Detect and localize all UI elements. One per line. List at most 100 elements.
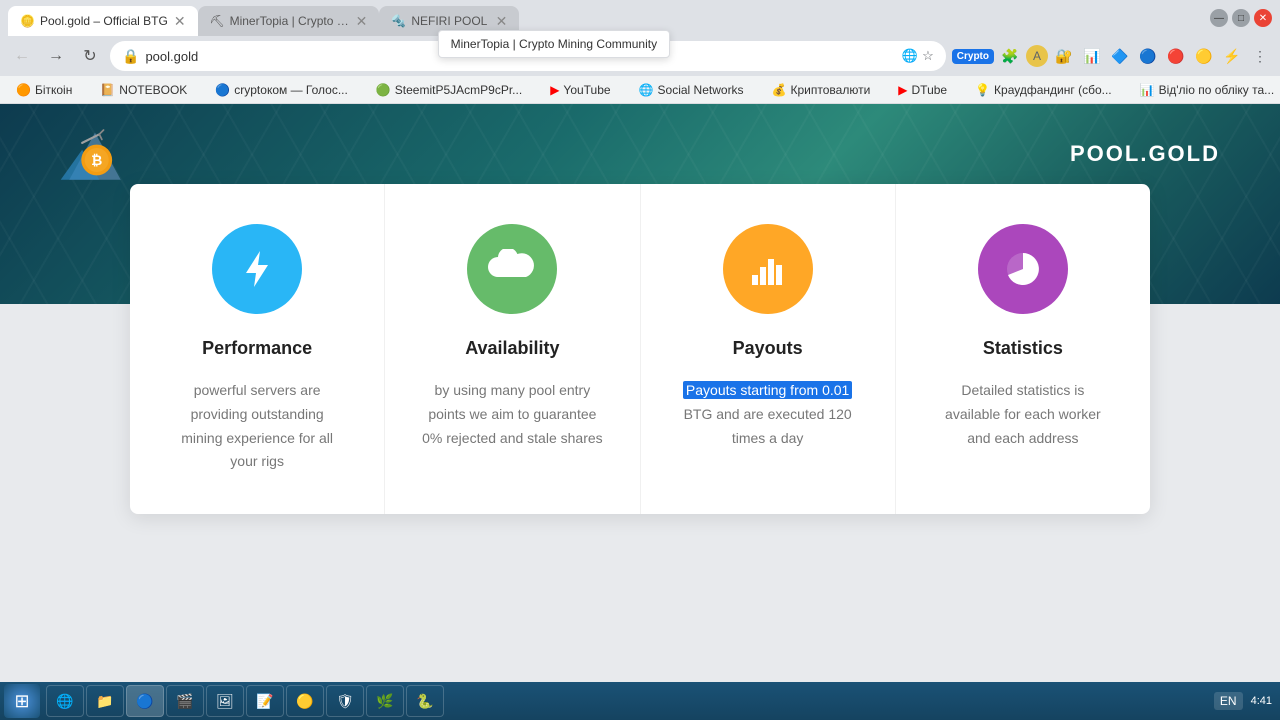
tab2-close[interactable]: ✕ — [356, 13, 368, 30]
bitwarden-icon[interactable]: 🔐 — [1052, 44, 1076, 68]
tab1-title: Pool.gold – Official BTG — [40, 14, 168, 28]
window-controls: — □ ✕ — [1210, 9, 1272, 27]
feature-statistics: Statistics Detailed statistics isavailab… — [896, 184, 1150, 514]
availability-desc: by using many pool entrypoints we aim to… — [422, 379, 603, 450]
taskbar-files[interactable]: 📁 — [86, 685, 124, 717]
translate-icon[interactable]: 🌐 — [902, 48, 918, 64]
dtube-favicon: ▶ — [898, 83, 907, 97]
taskbar-time: 4:41 — [1251, 694, 1272, 708]
app3-icon: 🐍 — [415, 691, 435, 711]
taskbar-explorer[interactable]: 🌐 — [46, 685, 84, 717]
taskbar-app2[interactable]: 🌿 — [366, 685, 404, 717]
performance-desc: powerful servers areproviding outstandin… — [181, 379, 333, 474]
taskbar-security[interactable]: 🛡 — [326, 685, 364, 717]
addon5-icon[interactable]: 🟡 — [1192, 44, 1216, 68]
tab2-favicon: ⛏ — [210, 14, 224, 28]
taskbar-word[interactable]: 📝 — [246, 685, 284, 717]
addon6-icon[interactable]: ⚡ — [1220, 44, 1244, 68]
bookmark-crowd-label: Краудфандинг (сбо... — [994, 83, 1112, 97]
performance-title: Performance — [202, 338, 312, 359]
photos-icon: 🖼 — [215, 691, 235, 711]
taskbar-app3[interactable]: 🐍 — [406, 685, 444, 717]
pie-chart-icon — [1001, 247, 1045, 291]
crypto-badge[interactable]: Crypto — [952, 49, 994, 64]
tab3-close[interactable]: ✕ — [496, 13, 508, 30]
youtube-favicon: ▶ — [550, 83, 559, 97]
title-bar: 🪙 Pool.gold – Official BTG ✕ ⛏ MinerTopi… — [0, 0, 1280, 36]
bookmark-notebook[interactable]: 📔 NOTEBOOK — [92, 81, 195, 99]
bookmark-steemit-label: SteemitP5JAcmP9cPr... — [395, 83, 522, 97]
close-button[interactable]: ✕ — [1254, 9, 1272, 27]
addon2-icon[interactable]: 🔷 — [1108, 44, 1132, 68]
media-icon: 🎬 — [175, 691, 195, 711]
bookmark-dtube[interactable]: ▶ DTube — [890, 81, 955, 99]
payouts-highlight: Payouts starting from 0.01 — [683, 381, 852, 399]
site-name: POOL.GOLD — [1070, 141, 1220, 167]
logo-area: ₿ — [60, 124, 130, 184]
addon1-icon[interactable]: 📊 — [1080, 44, 1104, 68]
bookmarks-bar: 🟠 Біткоін 📔 NOTEBOOK 🔵 cryptoком — Голос… — [0, 76, 1280, 104]
crowd-favicon: 💡 — [975, 83, 990, 97]
taskbar-media[interactable]: 🎬 — [166, 685, 204, 717]
feature-performance: Performance powerful servers areprovidin… — [130, 184, 385, 514]
bookmark-crypto[interactable]: 🔵 cryptoком — Голос... — [207, 81, 356, 99]
statistics-title: Statistics — [983, 338, 1063, 359]
forward-button[interactable]: → — [42, 42, 70, 70]
tab-bar: 🪙 Pool.gold – Official BTG ✕ ⛏ MinerTopi… — [8, 0, 1202, 36]
word-icon: 📝 — [255, 691, 275, 711]
availability-title: Availability — [465, 338, 559, 359]
bookmark-crypto2[interactable]: 💰 Криптовалюти — [764, 81, 879, 99]
toolbar-icons: Crypto 🧩 А 🔐 📊 🔷 🔵 🔴 🟡 ⚡ ⋮ — [952, 44, 1272, 68]
addon3-icon[interactable]: 🔵 — [1136, 44, 1160, 68]
app1-icon: 🟡 — [295, 691, 315, 711]
explorer-icon: 🌐 — [55, 691, 75, 711]
star-icon[interactable]: ☆ — [922, 48, 934, 64]
crypto-favicon: 🔵 — [215, 83, 230, 97]
bookmark-vidlio[interactable]: 📊 Від'ліо по обліку та... — [1132, 81, 1280, 99]
security-icon: 🔒 — [122, 48, 139, 65]
taskbar-app1[interactable]: 🟡 — [286, 685, 324, 717]
availability-icon-circle — [467, 224, 557, 314]
start-button[interactable]: ⊞ — [4, 684, 40, 718]
features-area: Performance powerful servers areprovidin… — [0, 184, 1280, 514]
more-icon[interactable]: ⋮ — [1248, 44, 1272, 68]
profile-icon[interactable]: А — [1026, 45, 1048, 67]
addon4-icon[interactable]: 🔴 — [1164, 44, 1188, 68]
back-button[interactable]: ← — [8, 42, 36, 70]
tab-minertopia[interactable]: ⛏ MinerTopia | Crypto Mi... ✕ MinerTopia… — [198, 6, 380, 36]
payouts-icon-circle — [723, 224, 813, 314]
svg-text:₿: ₿ — [91, 153, 102, 168]
vidlio-favicon: 📊 — [1140, 83, 1155, 97]
bookmark-youtube-label: YouTube — [563, 83, 610, 97]
bookmark-crowd[interactable]: 💡 Краудфандинг (сбо... — [967, 81, 1120, 99]
taskbar: ⊞ 🌐 📁 🔵 🎬 🖼 📝 🟡 🛡 🌿 🐍 — [0, 682, 1280, 720]
tab2-title: MinerTopia | Crypto Mi... — [230, 14, 350, 28]
social-favicon: 🌐 — [639, 83, 654, 97]
tab3-title: NEFIRI POOL — [411, 14, 489, 28]
minimize-button[interactable]: — — [1210, 9, 1228, 27]
extensions-icon[interactable]: 🧩 — [998, 44, 1022, 68]
bookmark-notebook-label: NOTEBOOK — [119, 83, 187, 97]
statistics-icon-circle — [978, 224, 1068, 314]
bookmark-youtube[interactable]: ▶ YouTube — [542, 81, 618, 99]
maximize-button[interactable]: □ — [1232, 9, 1250, 27]
bookmark-bitcoin[interactable]: 🟠 Біткоін — [8, 81, 80, 99]
bookmark-dtube-label: DTube — [912, 83, 948, 97]
chrome-icon: 🔵 — [135, 691, 155, 711]
feature-payouts: Payouts Payouts starting from 0.01 BTG a… — [641, 184, 896, 514]
reload-button[interactable]: ↻ — [76, 42, 104, 70]
tab-pool-gold[interactable]: 🪙 Pool.gold – Official BTG ✕ — [8, 6, 198, 36]
crypto2-favicon: 💰 — [772, 83, 787, 97]
feature-availability: Availability by using many pool entrypoi… — [385, 184, 640, 514]
bookmark-social[interactable]: 🌐 Social Networks — [631, 81, 752, 99]
taskbar-photos[interactable]: 🖼 — [206, 685, 244, 717]
payouts-desc: Payouts starting from 0.01 BTG and are e… — [683, 379, 852, 450]
site-logo: ₿ — [60, 124, 130, 184]
tab1-close[interactable]: ✕ — [174, 13, 186, 30]
cloud-icon — [488, 249, 536, 289]
language-indicator[interactable]: EN — [1214, 692, 1243, 710]
taskbar-chrome[interactable]: 🔵 — [126, 685, 164, 717]
bookmark-steemit[interactable]: 🟢 SteemitP5JAcmP9cPr... — [368, 81, 530, 99]
statistics-desc: Detailed statistics isavailable for each… — [945, 379, 1101, 450]
bookmark-crypto2-label: Криптовалюти — [791, 83, 871, 97]
